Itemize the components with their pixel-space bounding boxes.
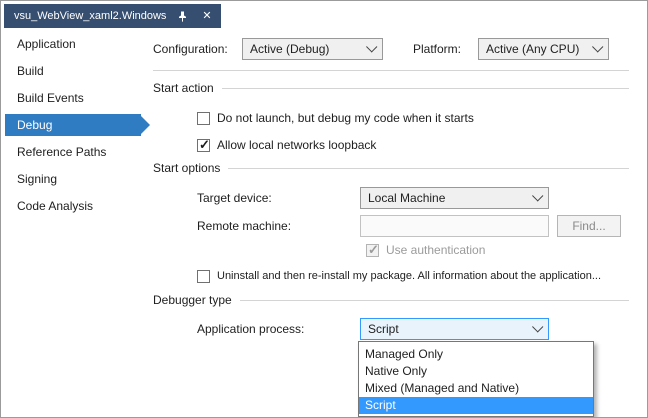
pin-icon-glyph	[177, 11, 188, 22]
chevron-down-icon	[532, 190, 543, 201]
properties-sidebar: Application Build Build Events Debug Ref…	[1, 28, 151, 217]
dropdown-option-managed-only[interactable]: Managed Only	[359, 346, 593, 363]
sidebar-item-application[interactable]: Application	[5, 33, 141, 55]
tab-title: vsu_WebView_xaml2.Windows	[14, 10, 166, 22]
application-process-dropdown: Managed Only Native Only Mixed (Managed …	[358, 341, 594, 417]
section-divider	[240, 300, 629, 301]
project-properties-window: vsu_WebView_xaml2.Windows ✕ Application …	[0, 0, 648, 418]
document-tab[interactable]: vsu_WebView_xaml2.Windows ✕	[4, 4, 221, 28]
target-device-select[interactable]: Local Machine	[360, 187, 549, 209]
sidebar-item-build[interactable]: Build	[5, 60, 141, 82]
checkbox-row-loopback[interactable]: Allow local networks loopback	[197, 137, 376, 153]
platform-label: Platform:	[413, 42, 461, 56]
checkbox-use-authentication[interactable]	[366, 244, 379, 257]
section-title-start-action: Start action	[153, 81, 214, 95]
dropdown-option-native-only[interactable]: Native Only	[359, 363, 593, 380]
sidebar-item-code-analysis[interactable]: Code Analysis	[5, 195, 141, 217]
sidebar-item-debug[interactable]: Debug	[5, 114, 141, 136]
sidebar-item-signing[interactable]: Signing	[5, 168, 141, 190]
checkbox-row-use-authentication[interactable]: Use authentication	[366, 242, 485, 258]
checkbox-no-launch[interactable]	[197, 112, 210, 125]
dropdown-option-script[interactable]: Script	[359, 397, 593, 414]
checkbox-uninstall-label[interactable]: Uninstall and then re-install my package…	[217, 270, 601, 282]
close-icon[interactable]: ✕	[199, 9, 214, 24]
target-device-label: Target device:	[197, 191, 272, 205]
divider	[153, 70, 629, 71]
checkbox-row-no-launch[interactable]: Do not launch, but debug my code when it…	[197, 110, 474, 126]
section-start-action: Start action	[153, 81, 629, 95]
checkbox-use-authentication-label[interactable]: Use authentication	[386, 243, 485, 257]
remote-machine-input[interactable]	[360, 215, 549, 237]
section-divider	[228, 168, 629, 169]
pin-icon[interactable]	[175, 9, 190, 24]
configuration-value: Active (Debug)	[250, 42, 361, 56]
application-process-select[interactable]: Script	[360, 318, 549, 340]
chevron-down-icon	[592, 41, 603, 52]
section-title-start-options: Start options	[153, 161, 220, 175]
checkbox-loopback-label[interactable]: Allow local networks loopback	[217, 138, 376, 152]
chevron-down-icon	[366, 41, 377, 52]
remote-machine-label: Remote machine:	[197, 219, 291, 233]
application-process-value: Script	[368, 322, 527, 336]
platform-value: Active (Any CPU)	[486, 42, 587, 56]
sidebar-item-reference-paths[interactable]: Reference Paths	[5, 141, 141, 163]
section-debugger-type: Debugger type	[153, 293, 629, 307]
checkbox-no-launch-label[interactable]: Do not launch, but debug my code when it…	[217, 111, 474, 125]
section-title-debugger-type: Debugger type	[153, 293, 232, 307]
configuration-select[interactable]: Active (Debug)	[242, 38, 383, 60]
section-divider	[222, 88, 629, 89]
application-process-label: Application process:	[197, 322, 304, 336]
target-device-value: Local Machine	[368, 191, 527, 205]
checkbox-uninstall[interactable]	[197, 270, 210, 283]
sidebar-item-build-events[interactable]: Build Events	[5, 87, 141, 109]
section-start-options: Start options	[153, 161, 629, 175]
checkbox-row-uninstall[interactable]: Uninstall and then re-install my package…	[197, 268, 601, 284]
checkbox-loopback[interactable]	[197, 139, 210, 152]
platform-select[interactable]: Active (Any CPU)	[478, 38, 609, 60]
find-button[interactable]: Find...	[557, 215, 621, 237]
configuration-label: Configuration:	[153, 42, 228, 56]
chevron-down-icon	[532, 321, 543, 332]
dropdown-option-mixed[interactable]: Mixed (Managed and Native)	[359, 380, 593, 397]
